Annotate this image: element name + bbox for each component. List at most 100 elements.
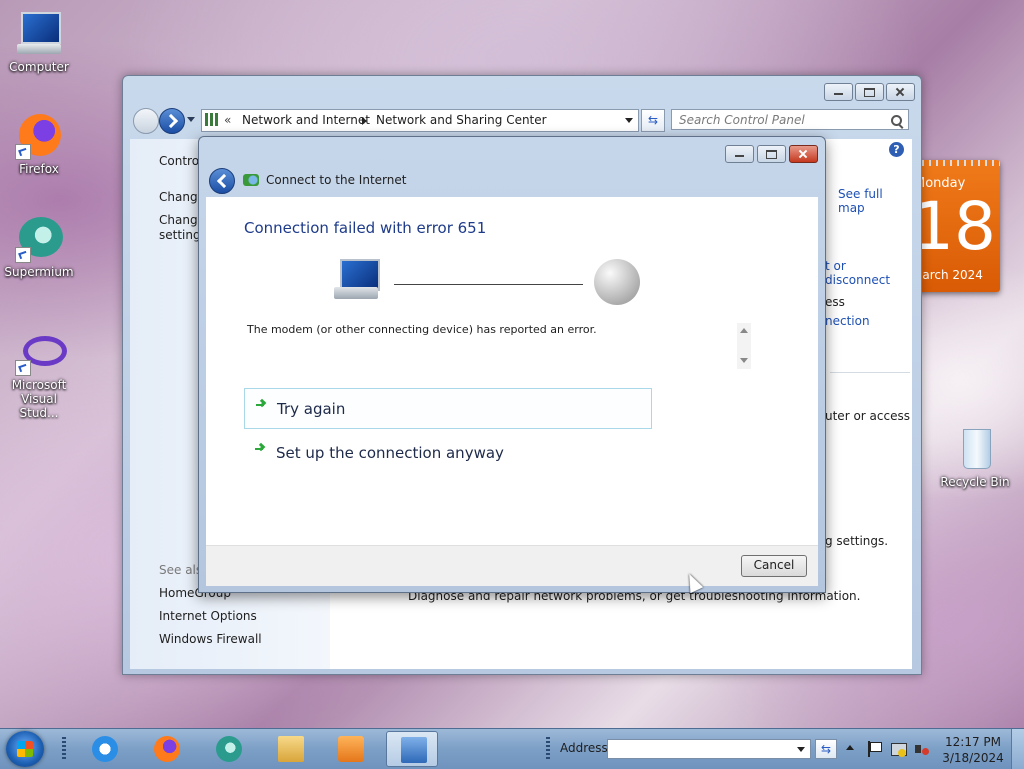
dialog-title: Connect to the Internet [266, 173, 407, 187]
help-icon[interactable]: ? [889, 142, 904, 157]
taskbar-explorer[interactable] [264, 731, 316, 767]
calendar-month: March 2024 [912, 268, 983, 282]
search-placeholder: Search Control Panel [679, 113, 805, 127]
address-go-button[interactable]: ⇆ [815, 739, 837, 759]
desktop-icon-supermium[interactable]: Supermium [1, 215, 77, 279]
clock-time: 12:17 PM [945, 735, 1001, 749]
visual-studio-icon [15, 328, 67, 376]
breadcrumb-overflow[interactable]: « [224, 110, 231, 130]
internet-explorer-icon [92, 736, 118, 762]
refresh-button[interactable]: ⇆ [641, 109, 665, 132]
address-toolbar-input[interactable] [607, 739, 811, 759]
folder-icon [278, 736, 304, 762]
system-clock[interactable]: 12:17 PM 3/18/2024 [940, 734, 1006, 766]
firefox-icon [15, 112, 63, 160]
recycle-bin-icon [951, 425, 999, 473]
maximize-button[interactable] [757, 145, 786, 163]
control-panel-icon [205, 113, 218, 126]
chevron-down-icon[interactable] [797, 747, 805, 752]
navigation-bar: « Network and Internet Network and Shari… [131, 107, 913, 134]
show-desktop-button[interactable] [1011, 729, 1024, 769]
cancel-button[interactable]: Cancel [741, 555, 807, 577]
desktop-icon-label: Computer [9, 60, 69, 74]
desktop-icon-label: Recycle Bin [940, 475, 1010, 489]
taskbar-media-player[interactable] [324, 731, 376, 767]
minimize-button[interactable] [824, 83, 853, 101]
desktop-icon-recycle-bin[interactable]: Recycle Bin [937, 425, 1013, 489]
network-wizard-icon [243, 174, 259, 186]
shortcut-arrow-icon [15, 144, 31, 160]
address-bar[interactable]: « Network and Internet Network and Shari… [201, 109, 639, 132]
see-also-windows-firewall[interactable]: Windows Firewall [159, 632, 262, 646]
maximize-button[interactable] [855, 83, 884, 101]
taskbar-grip[interactable] [62, 737, 66, 761]
section-divider [830, 372, 910, 373]
back-button[interactable] [209, 168, 235, 194]
recent-pages-dropdown[interactable] [187, 117, 195, 122]
volume-muted-icon[interactable] [914, 741, 930, 757]
calendar-gadget[interactable]: Monday 18 March 2024 [910, 160, 1000, 292]
desktop-icon-visual-studio[interactable]: Microsoft Visual Stud... [1, 328, 77, 420]
scroll-up-icon[interactable] [740, 328, 748, 333]
media-player-icon [338, 736, 364, 762]
close-button[interactable] [789, 145, 818, 163]
taskbar-grip[interactable] [546, 737, 550, 761]
search-icon[interactable] [891, 115, 902, 126]
message-scrollbar[interactable] [737, 323, 751, 369]
calendar-date: 18 [912, 188, 996, 265]
close-button[interactable] [886, 83, 915, 101]
desktop-icon-computer[interactable]: Computer [1, 10, 77, 74]
desktop-icon-label: Microsoft Visual Stud... [11, 378, 67, 420]
windows-logo-icon [17, 741, 33, 757]
supermium-icon [15, 215, 63, 263]
see-full-map-link[interactable]: See full map [838, 187, 912, 215]
connect-or-disconnect-link[interactable]: t or disconnect [825, 259, 912, 287]
scroll-down-icon[interactable] [740, 358, 748, 363]
sidebar-item-control-panel-home[interactable]: Control [159, 154, 202, 168]
access-type-text: ess [825, 295, 845, 309]
option-label: Set up the connection anyway [276, 444, 504, 462]
desktop-icon-label: Supermium [4, 265, 74, 279]
connect-to-internet-dialog[interactable]: Connect to the Internet Connection faile… [198, 136, 826, 593]
try-again-option[interactable]: Try again [244, 388, 652, 429]
control-panel-icon [401, 737, 427, 763]
computer-icon [15, 10, 63, 58]
address-toolbar-label: Address [560, 741, 608, 755]
forward-button[interactable] [159, 108, 185, 134]
breadcrumb-network-and-internet[interactable]: Network and Internet [242, 110, 370, 130]
router-text: uter or access [825, 409, 910, 423]
shortcut-arrow-icon [15, 247, 31, 263]
desktop-icon-firefox[interactable]: Firefox [1, 112, 77, 176]
start-button[interactable] [6, 731, 44, 767]
settings-text: g settings. [825, 534, 889, 548]
breadcrumb-network-sharing-center[interactable]: Network and Sharing Center [376, 110, 547, 130]
action-center-flag-icon[interactable] [866, 741, 882, 757]
set-up-anyway-option[interactable]: Set up the connection anyway [244, 433, 652, 474]
window-caption-buttons [824, 83, 915, 101]
green-arrow-icon [256, 404, 264, 406]
taskbar-internet-explorer[interactable] [78, 731, 130, 767]
see-also-internet-options[interactable]: Internet Options [159, 609, 257, 623]
taskbar-control-panel[interactable] [386, 731, 438, 767]
dialog-caption-buttons [725, 145, 818, 163]
desktop-icon-label: Firefox [19, 162, 59, 176]
firefox-icon [154, 736, 180, 762]
taskbar-firefox[interactable] [140, 731, 192, 767]
error-message: The modem (or other connecting device) h… [247, 323, 597, 336]
search-input[interactable]: Search Control Panel [671, 109, 909, 130]
chevron-down-icon[interactable] [625, 118, 633, 123]
minimize-button[interactable] [725, 145, 754, 163]
show-hidden-icons-button[interactable] [846, 745, 854, 750]
back-button[interactable] [133, 108, 159, 134]
connection-line [394, 284, 583, 285]
breadcrumb-separator-icon[interactable] [362, 117, 367, 125]
taskbar-supermium[interactable] [202, 731, 254, 767]
option-label: Try again [277, 400, 346, 418]
clock-date: 3/18/2024 [942, 751, 1004, 765]
computer-icon [334, 259, 380, 301]
dialog-content: Connection failed with error 651 The mod… [206, 197, 818, 545]
taskbar: Address ⇆ 12:17 PM 3/18/2024 [0, 728, 1024, 769]
calendar-rings [910, 160, 1000, 166]
network-error-icon[interactable] [890, 741, 907, 757]
connection-link[interactable]: nection [825, 314, 870, 328]
